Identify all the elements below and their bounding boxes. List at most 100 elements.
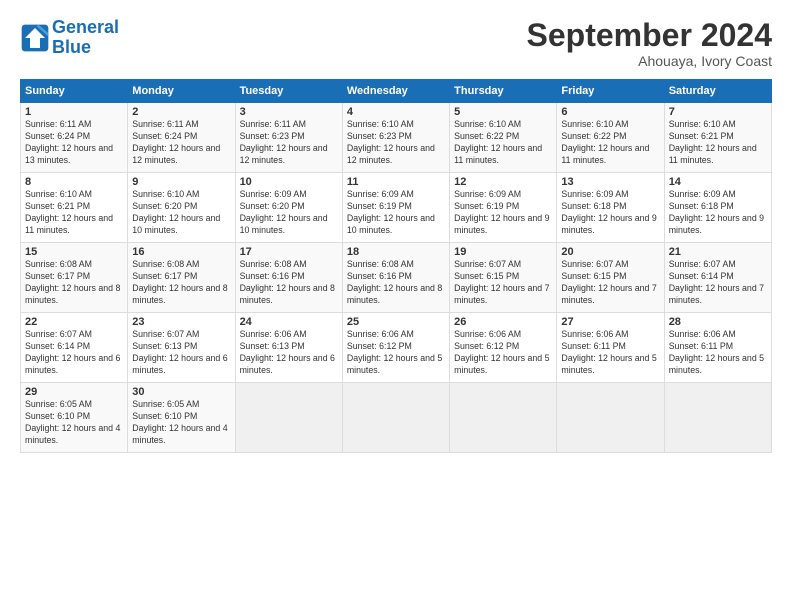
day-number: 28: [669, 316, 767, 328]
calendar-week-1: 1 Sunrise: 6:11 AMSunset: 6:24 PMDayligh…: [21, 103, 772, 173]
day-number: 14: [669, 176, 767, 188]
logo-blue: Blue: [52, 37, 91, 57]
day-number: 7: [669, 106, 767, 118]
calendar-cell: 7 Sunrise: 6:10 AMSunset: 6:21 PMDayligh…: [664, 103, 771, 173]
day-number: 27: [561, 316, 659, 328]
day-info: Sunrise: 6:07 AMSunset: 6:15 PMDaylight:…: [454, 259, 552, 307]
calendar-cell: 20 Sunrise: 6:07 AMSunset: 6:15 PMDaylig…: [557, 243, 664, 313]
day-number: 26: [454, 316, 552, 328]
calendar-cell: 4 Sunrise: 6:10 AMSunset: 6:23 PMDayligh…: [342, 103, 449, 173]
day-info: Sunrise: 6:10 AMSunset: 6:20 PMDaylight:…: [132, 189, 230, 237]
day-number: 15: [25, 246, 123, 258]
calendar-cell: 17 Sunrise: 6:08 AMSunset: 6:16 PMDaylig…: [235, 243, 342, 313]
calendar-cell: 1 Sunrise: 6:11 AMSunset: 6:24 PMDayligh…: [21, 103, 128, 173]
calendar-cell: [664, 383, 771, 453]
calendar-cell: 18 Sunrise: 6:08 AMSunset: 6:16 PMDaylig…: [342, 243, 449, 313]
day-info: Sunrise: 6:06 AMSunset: 6:12 PMDaylight:…: [347, 329, 445, 377]
calendar-cell: 14 Sunrise: 6:09 AMSunset: 6:18 PMDaylig…: [664, 173, 771, 243]
day-info: Sunrise: 6:10 AMSunset: 6:21 PMDaylight:…: [669, 119, 767, 167]
calendar-cell: 3 Sunrise: 6:11 AMSunset: 6:23 PMDayligh…: [235, 103, 342, 173]
day-info: Sunrise: 6:09 AMSunset: 6:19 PMDaylight:…: [454, 189, 552, 237]
calendar-week-3: 15 Sunrise: 6:08 AMSunset: 6:17 PMDaylig…: [21, 243, 772, 313]
day-number: 18: [347, 246, 445, 258]
logo-general: General: [52, 17, 119, 37]
calendar-cell: [235, 383, 342, 453]
day-info: Sunrise: 6:10 AMSunset: 6:22 PMDaylight:…: [454, 119, 552, 167]
day-number: 8: [25, 176, 123, 188]
day-info: Sunrise: 6:08 AMSunset: 6:17 PMDaylight:…: [132, 259, 230, 307]
day-info: Sunrise: 6:10 AMSunset: 6:22 PMDaylight:…: [561, 119, 659, 167]
day-info: Sunrise: 6:06 AMSunset: 6:11 PMDaylight:…: [669, 329, 767, 377]
day-info: Sunrise: 6:05 AMSunset: 6:10 PMDaylight:…: [25, 399, 123, 447]
day-info: Sunrise: 6:09 AMSunset: 6:18 PMDaylight:…: [669, 189, 767, 237]
calendar-week-2: 8 Sunrise: 6:10 AMSunset: 6:21 PMDayligh…: [21, 173, 772, 243]
day-number: 21: [669, 246, 767, 258]
day-number: 17: [240, 246, 338, 258]
day-info: Sunrise: 6:06 AMSunset: 6:11 PMDaylight:…: [561, 329, 659, 377]
calendar-cell: 21 Sunrise: 6:07 AMSunset: 6:14 PMDaylig…: [664, 243, 771, 313]
calendar-header-row: Sunday Monday Tuesday Wednesday Thursday…: [21, 80, 772, 103]
day-info: Sunrise: 6:09 AMSunset: 6:19 PMDaylight:…: [347, 189, 445, 237]
day-number: 20: [561, 246, 659, 258]
day-info: Sunrise: 6:10 AMSunset: 6:23 PMDaylight:…: [347, 119, 445, 167]
calendar-cell: 11 Sunrise: 6:09 AMSunset: 6:19 PMDaylig…: [342, 173, 449, 243]
day-number: 10: [240, 176, 338, 188]
day-info: Sunrise: 6:09 AMSunset: 6:18 PMDaylight:…: [561, 189, 659, 237]
col-friday: Friday: [557, 80, 664, 103]
day-info: Sunrise: 6:09 AMSunset: 6:20 PMDaylight:…: [240, 189, 338, 237]
day-info: Sunrise: 6:07 AMSunset: 6:15 PMDaylight:…: [561, 259, 659, 307]
day-info: Sunrise: 6:11 AMSunset: 6:23 PMDaylight:…: [240, 119, 338, 167]
calendar-table: Sunday Monday Tuesday Wednesday Thursday…: [20, 79, 772, 453]
day-info: Sunrise: 6:06 AMSunset: 6:12 PMDaylight:…: [454, 329, 552, 377]
calendar-cell: 24 Sunrise: 6:06 AMSunset: 6:13 PMDaylig…: [235, 313, 342, 383]
logo: General Blue: [20, 18, 119, 58]
month-title: September 2024: [527, 18, 772, 53]
day-info: Sunrise: 6:07 AMSunset: 6:14 PMDaylight:…: [25, 329, 123, 377]
calendar-cell: 23 Sunrise: 6:07 AMSunset: 6:13 PMDaylig…: [128, 313, 235, 383]
calendar-week-4: 22 Sunrise: 6:07 AMSunset: 6:14 PMDaylig…: [21, 313, 772, 383]
day-info: Sunrise: 6:07 AMSunset: 6:14 PMDaylight:…: [669, 259, 767, 307]
title-block: September 2024 Ahouaya, Ivory Coast: [527, 18, 772, 69]
day-info: Sunrise: 6:05 AMSunset: 6:10 PMDaylight:…: [132, 399, 230, 447]
day-info: Sunrise: 6:08 AMSunset: 6:17 PMDaylight:…: [25, 259, 123, 307]
calendar-cell: 15 Sunrise: 6:08 AMSunset: 6:17 PMDaylig…: [21, 243, 128, 313]
col-tuesday: Tuesday: [235, 80, 342, 103]
day-number: 12: [454, 176, 552, 188]
calendar-cell: 9 Sunrise: 6:10 AMSunset: 6:20 PMDayligh…: [128, 173, 235, 243]
calendar-cell: 28 Sunrise: 6:06 AMSunset: 6:11 PMDaylig…: [664, 313, 771, 383]
day-number: 1: [25, 106, 123, 118]
day-number: 16: [132, 246, 230, 258]
day-info: Sunrise: 6:10 AMSunset: 6:21 PMDaylight:…: [25, 189, 123, 237]
calendar-cell: 27 Sunrise: 6:06 AMSunset: 6:11 PMDaylig…: [557, 313, 664, 383]
day-info: Sunrise: 6:07 AMSunset: 6:13 PMDaylight:…: [132, 329, 230, 377]
day-info: Sunrise: 6:11 AMSunset: 6:24 PMDaylight:…: [25, 119, 123, 167]
calendar-cell: 19 Sunrise: 6:07 AMSunset: 6:15 PMDaylig…: [450, 243, 557, 313]
calendar-cell: 12 Sunrise: 6:09 AMSunset: 6:19 PMDaylig…: [450, 173, 557, 243]
day-number: 25: [347, 316, 445, 328]
header: General Blue September 2024 Ahouaya, Ivo…: [20, 18, 772, 69]
calendar-cell: [342, 383, 449, 453]
day-info: Sunrise: 6:06 AMSunset: 6:13 PMDaylight:…: [240, 329, 338, 377]
day-number: 11: [347, 176, 445, 188]
day-number: 9: [132, 176, 230, 188]
calendar-cell: 30 Sunrise: 6:05 AMSunset: 6:10 PMDaylig…: [128, 383, 235, 453]
day-number: 30: [132, 386, 230, 398]
day-number: 23: [132, 316, 230, 328]
calendar-cell: 6 Sunrise: 6:10 AMSunset: 6:22 PMDayligh…: [557, 103, 664, 173]
calendar-cell: [450, 383, 557, 453]
page: General Blue September 2024 Ahouaya, Ivo…: [0, 0, 792, 612]
day-number: 13: [561, 176, 659, 188]
day-number: 5: [454, 106, 552, 118]
location-subtitle: Ahouaya, Ivory Coast: [527, 53, 772, 69]
calendar-cell: 25 Sunrise: 6:06 AMSunset: 6:12 PMDaylig…: [342, 313, 449, 383]
calendar-cell: 22 Sunrise: 6:07 AMSunset: 6:14 PMDaylig…: [21, 313, 128, 383]
col-thursday: Thursday: [450, 80, 557, 103]
calendar-cell: 2 Sunrise: 6:11 AMSunset: 6:24 PMDayligh…: [128, 103, 235, 173]
day-number: 6: [561, 106, 659, 118]
day-info: Sunrise: 6:11 AMSunset: 6:24 PMDaylight:…: [132, 119, 230, 167]
col-saturday: Saturday: [664, 80, 771, 103]
day-number: 24: [240, 316, 338, 328]
calendar-cell: 16 Sunrise: 6:08 AMSunset: 6:17 PMDaylig…: [128, 243, 235, 313]
col-sunday: Sunday: [21, 80, 128, 103]
calendar-cell: [557, 383, 664, 453]
